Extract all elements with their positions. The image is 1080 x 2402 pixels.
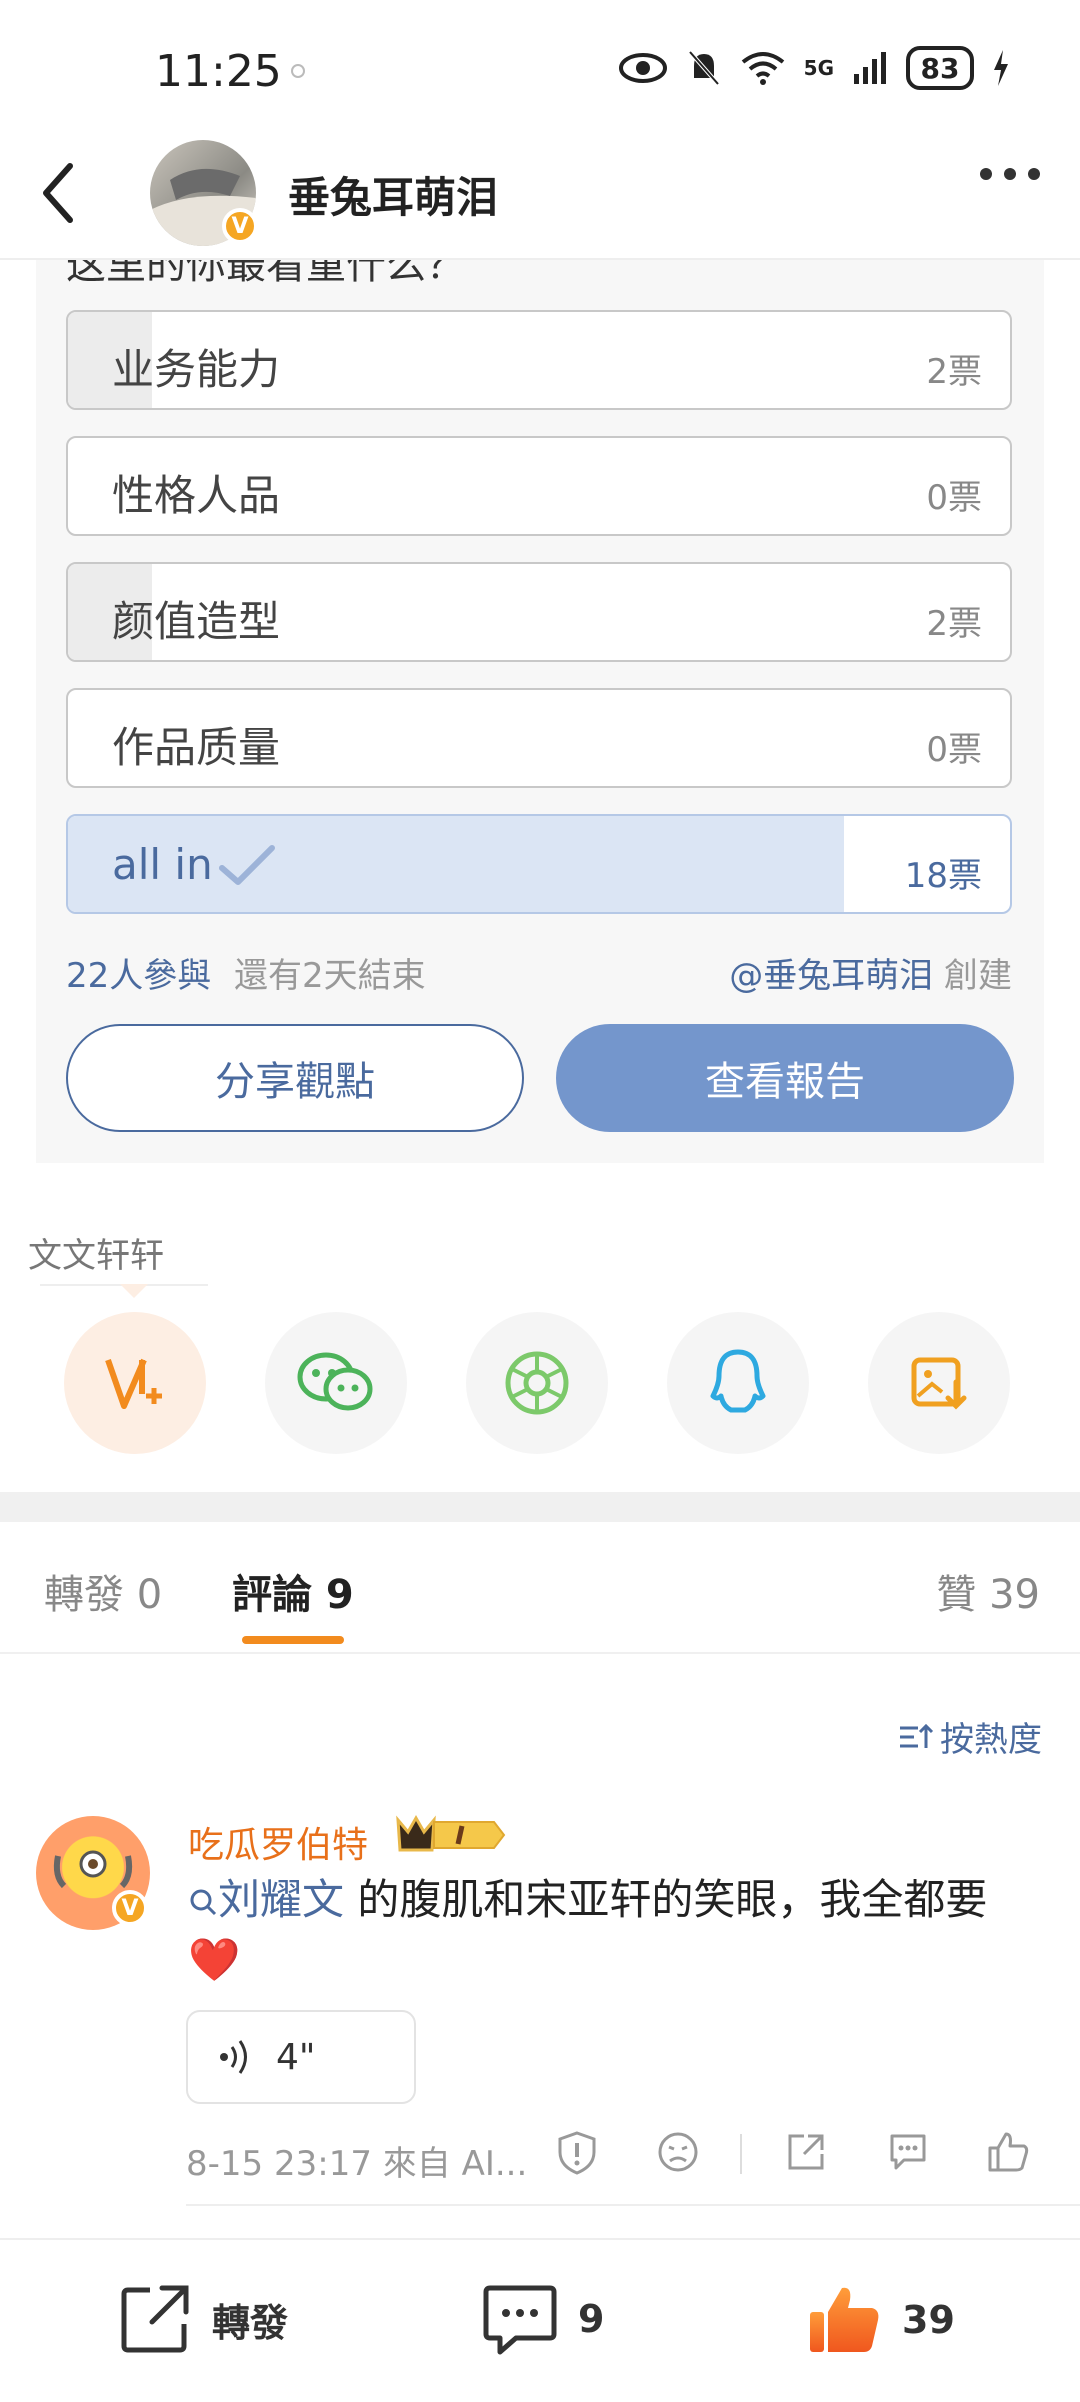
more-menu-icon[interactable] (980, 168, 1040, 180)
like-count: 39 (902, 2298, 955, 2342)
vip-crown-badge-icon (396, 1814, 506, 1852)
tab-comments[interactable]: 評論 9 (232, 1562, 354, 1620)
comment-button[interactable]: 9 (482, 2282, 604, 2356)
mute-bell-icon (688, 50, 720, 86)
notification-dot-icon (291, 64, 305, 78)
poll-option-label: all in (112, 840, 213, 889)
search-topic-icon (190, 1889, 217, 1916)
checkmark-icon (219, 845, 275, 885)
wifi-icon (741, 52, 784, 85)
share-comment-icon[interactable] (784, 2130, 828, 2174)
save-image-icon (911, 1357, 967, 1410)
status-icons: 5G 83 (618, 46, 1010, 90)
comment-count: 9 (578, 2297, 605, 2341)
comment-meta: 8-15 23:17 來自 AI... (186, 2144, 528, 2184)
report-icon[interactable] (556, 2130, 598, 2176)
poll-option-label: 作品质量 (112, 723, 281, 772)
like-button[interactable]: 39 (806, 2282, 955, 2358)
poll-creator: @垂兔耳萌泪 創建 (729, 948, 1012, 997)
voice-message-button[interactable]: 4" (186, 2010, 416, 2104)
poll-option-label: 业务能力 (112, 345, 281, 394)
active-tab-indicator (242, 1636, 344, 1644)
comment-divider (186, 2204, 1080, 2206)
poll-option[interactable]: 颜值造型 2票 (66, 562, 1012, 662)
battery-indicator: 83 (906, 46, 974, 90)
moments-icon (505, 1351, 569, 1415)
poll-option-votes: 2票 (926, 604, 982, 644)
view-report-button[interactable]: 查看報告 (556, 1024, 1014, 1132)
sort-toggle[interactable]: 按熱度 (898, 1712, 1042, 1761)
poll-option-votes: 0票 (926, 478, 982, 518)
repost-icon (121, 2285, 189, 2353)
weibo-vplus-icon (105, 1358, 162, 1409)
poll-participants: 22人參與 (66, 956, 212, 996)
save-image-button[interactable] (868, 1312, 1010, 1454)
poll-creator-link[interactable]: @垂兔耳萌泪 (729, 956, 933, 996)
commenter-name[interactable]: 吃瓜罗伯特 (188, 1816, 368, 1868)
pointer-triangle-icon (120, 1284, 148, 1298)
poll-option-label: 性格人品 (112, 471, 281, 520)
verified-badge-icon: V (222, 208, 258, 244)
poll-option[interactable]: 作品质量 0票 (66, 688, 1012, 788)
page-title[interactable]: 垂兔耳萌泪 (288, 164, 498, 225)
like-comment-icon[interactable] (986, 2130, 1030, 2174)
section-divider (0, 1492, 1080, 1522)
poll-option-selected[interactable]: all in 18票 (66, 814, 1012, 914)
verified-badge-icon: V (112, 1890, 148, 1926)
share-qq-button[interactable] (667, 1312, 809, 1454)
status-time: 11:25 (155, 46, 282, 97)
action-separator (740, 2134, 742, 2174)
eye-icon (618, 53, 667, 83)
poll-option-votes: 2票 (926, 352, 982, 392)
thumbs-up-icon (810, 2287, 879, 2352)
poll-option-votes: 0票 (926, 730, 982, 770)
back-icon[interactable] (38, 160, 78, 226)
share-moments-button[interactable] (466, 1312, 608, 1454)
tab-reposts[interactable]: 轉發 0 (44, 1562, 162, 1620)
comment-text: 刘耀文 的腹肌和宋亚轩的笑眼，我全都要❤️ (188, 1870, 1028, 1990)
poll-time-remaining: 還有2天結束 (234, 956, 426, 996)
repost-label: 轉發 (212, 2300, 289, 2345)
poll-option-votes: 18票 (904, 856, 982, 896)
charging-icon (994, 50, 1008, 86)
poll-option[interactable]: 业务能力 2票 (66, 310, 1012, 410)
signal-bars-icon (854, 52, 886, 84)
signal-5g-label: 5G (803, 56, 834, 80)
dislike-face-icon[interactable] (656, 2130, 700, 2174)
share-target-user: 文文轩轩 (28, 1236, 164, 1276)
reply-comment-icon[interactable] (886, 2130, 930, 2174)
tab-likes[interactable]: 贊 39 (936, 1562, 1040, 1620)
comment-icon (483, 2285, 557, 2355)
voice-wave-icon (220, 2040, 247, 2074)
repost-button[interactable]: 轉發 (118, 2282, 288, 2356)
tabs-border (0, 1652, 1080, 1654)
share-weibo-button[interactable] (64, 1312, 206, 1454)
wechat-icon (297, 1352, 373, 1411)
poll-option-label: 颜值造型 (112, 597, 281, 646)
sort-icon (900, 1723, 934, 1748)
share-opinion-button[interactable]: 分享觀點 (66, 1024, 524, 1132)
qq-icon (710, 1349, 766, 1413)
sort-label: 按熱度 (940, 1720, 1042, 1760)
voice-duration: 4" (276, 2036, 316, 2078)
poll-option[interactable]: 性格人品 0票 (66, 436, 1012, 536)
poll-created-label: 創建 (944, 956, 1012, 996)
comment-mention-link[interactable]: 刘耀文 (218, 1875, 344, 1924)
share-wechat-button[interactable] (265, 1312, 407, 1454)
